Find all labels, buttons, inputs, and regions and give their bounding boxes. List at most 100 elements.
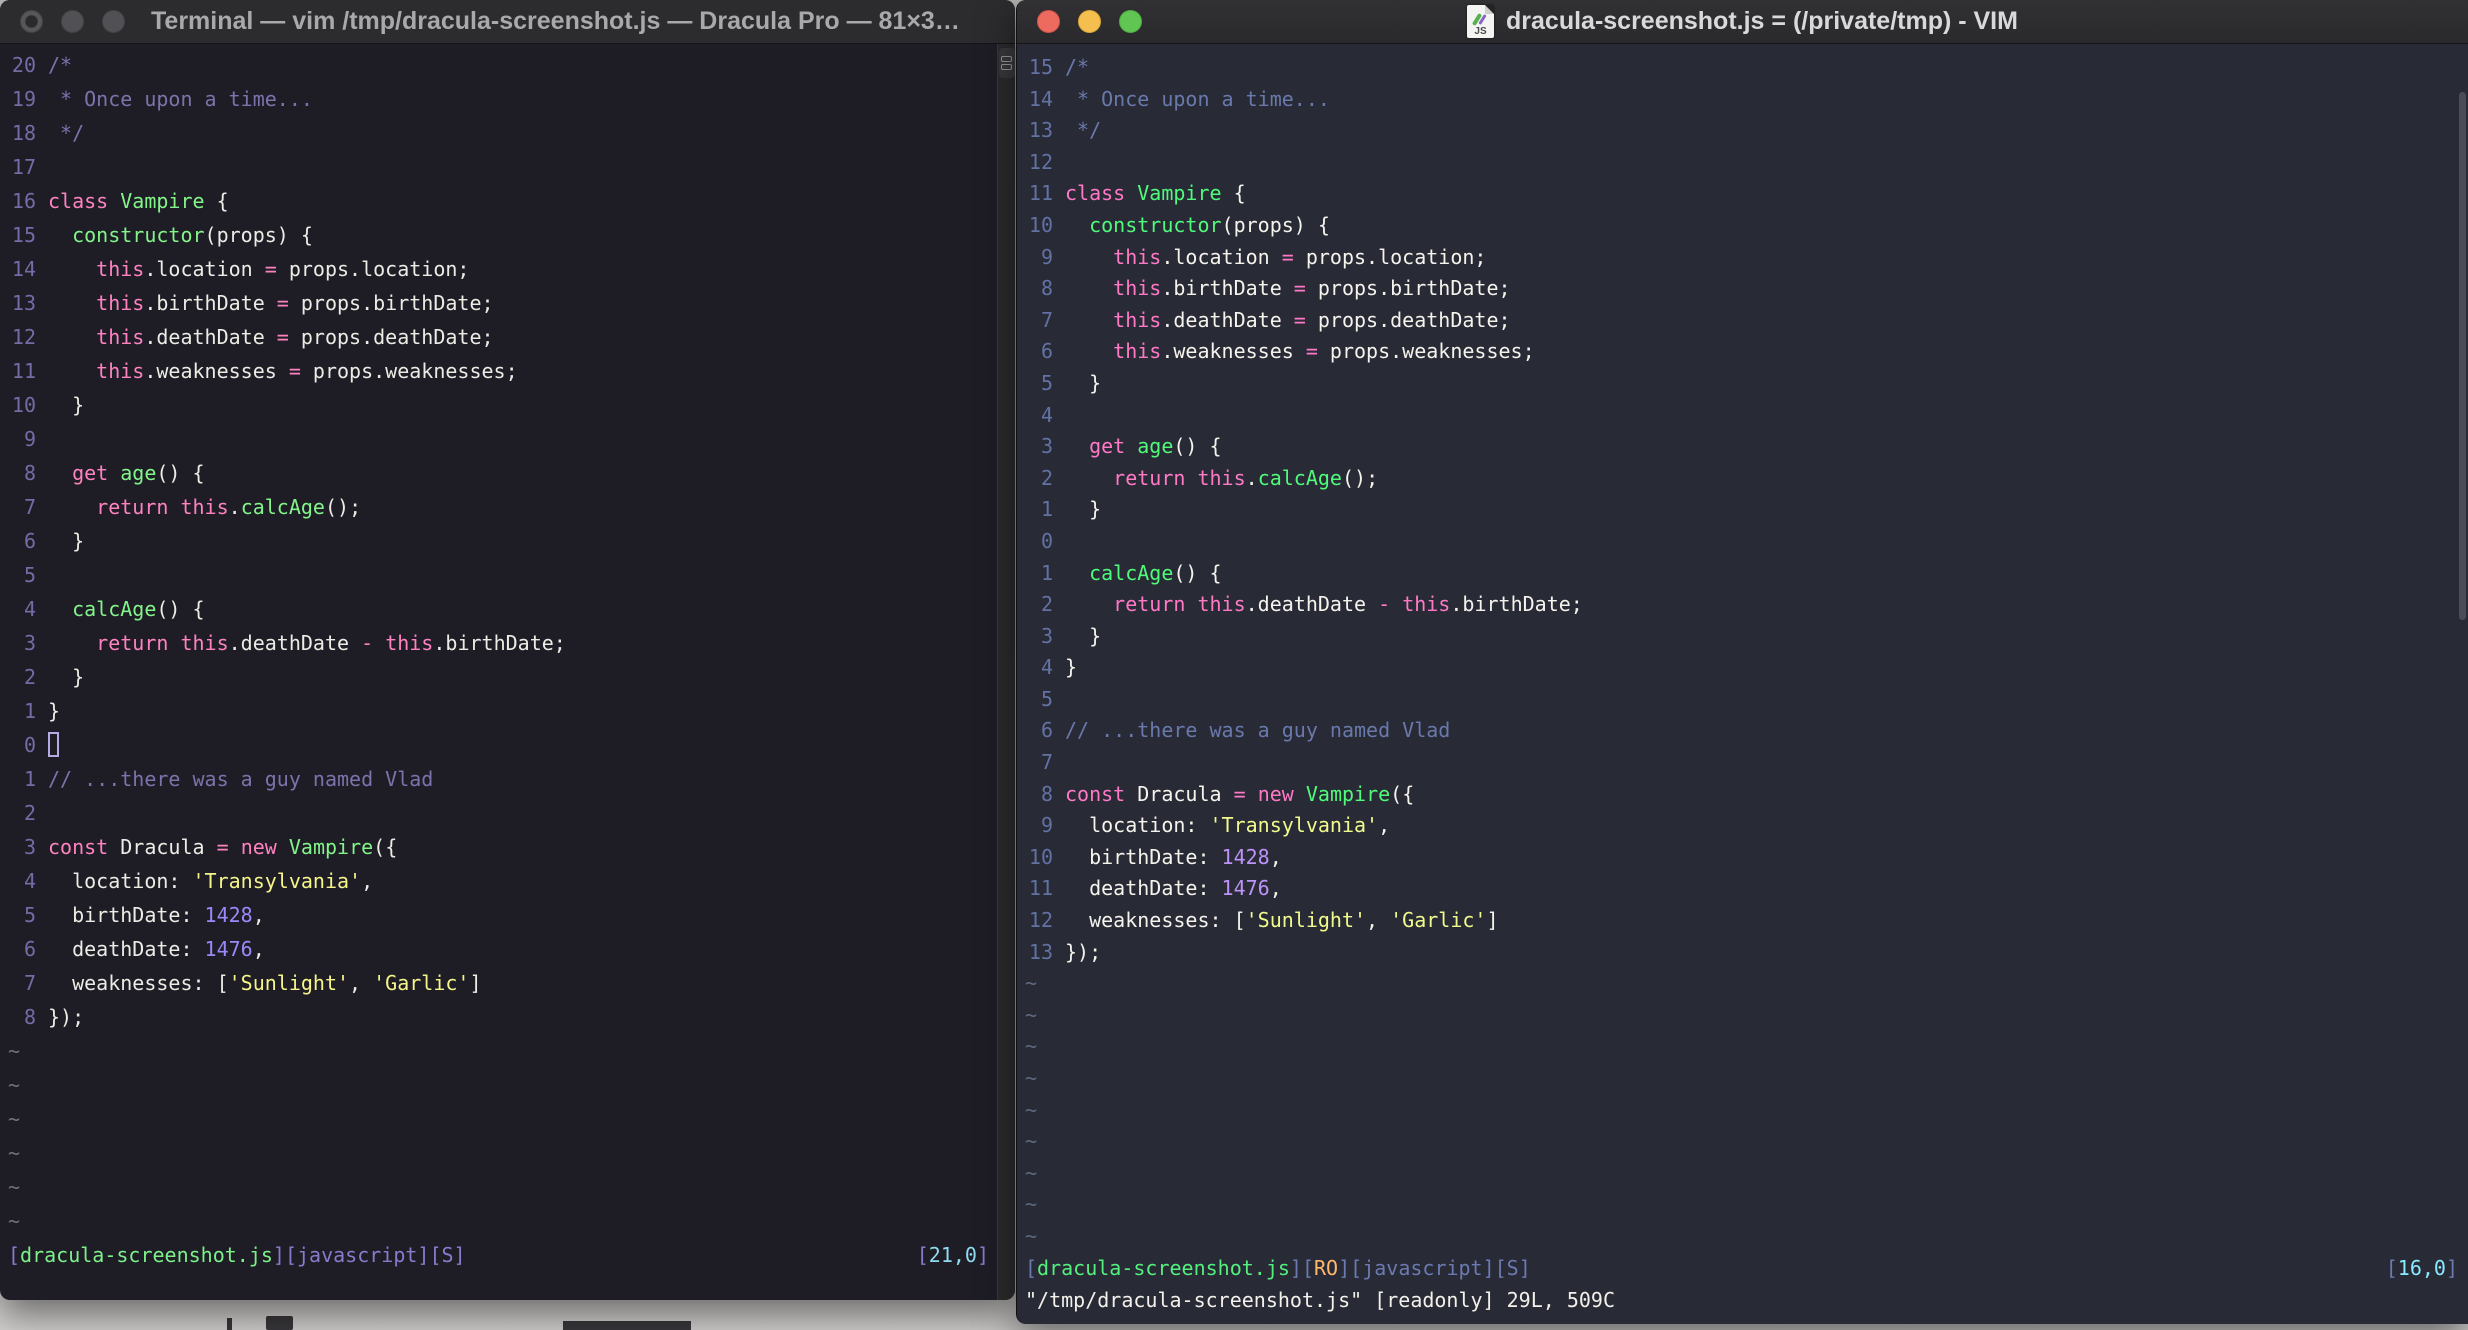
text-segment: deathDate: bbox=[48, 937, 205, 961]
text-segment: , bbox=[1269, 844, 1282, 869]
text-segment: .birthDate; bbox=[1450, 592, 1583, 617]
vim-buffer[interactable]: 20/* 19 * Once upon a time... 18 */17 16 cla… bbox=[0, 48, 995, 1238]
code-line: 0 bbox=[1025, 526, 2454, 558]
line-number: 14 bbox=[1028, 86, 1053, 111]
statusline-cursor-position: [21,0] bbox=[917, 1238, 989, 1272]
text-segment bbox=[1065, 466, 1113, 490]
text-segment: this bbox=[180, 631, 229, 655]
text-segment bbox=[1065, 592, 1113, 616]
text-segment: .birthDate bbox=[144, 291, 277, 315]
text-segment: return bbox=[96, 631, 169, 655]
text-segment: 'Sunlight' bbox=[1245, 908, 1367, 933]
line-number: 3 bbox=[1028, 434, 1053, 459]
line-number: 6 bbox=[1028, 718, 1053, 743]
scrollbar-thumb[interactable] bbox=[2459, 92, 2466, 620]
text-segment bbox=[48, 495, 96, 519]
text-segment: weaknesses: [ bbox=[48, 971, 229, 995]
empty-line-tilde: ~ bbox=[1025, 1034, 1038, 1059]
text-segment bbox=[108, 189, 120, 213]
statusline-file-info: [dracula-screenshot.js][javascript][S] bbox=[8, 1238, 466, 1272]
code-line: 2 bbox=[8, 796, 995, 830]
line-number: 1 bbox=[1028, 497, 1053, 522]
text-segment: location: bbox=[1065, 813, 1210, 838]
text-segment: new bbox=[1257, 781, 1294, 806]
text-segment bbox=[1185, 592, 1197, 616]
page-fold-icon bbox=[1485, 5, 1495, 14]
code-line: 1 // ...there was a guy named Vlad bbox=[8, 762, 995, 796]
text-segment: , bbox=[252, 903, 265, 927]
code-line: 10 birthDate: 1428, bbox=[1025, 842, 2454, 874]
text-segment: constructor bbox=[1089, 212, 1222, 237]
text-segment: .deathDate bbox=[1161, 307, 1294, 332]
text-segment: (); bbox=[1341, 465, 1379, 490]
text-segment: { bbox=[1221, 181, 1246, 206]
text-segment: RO bbox=[1314, 1256, 1339, 1280]
close-button[interactable] bbox=[20, 10, 43, 33]
text-segment bbox=[1125, 181, 1137, 205]
code-line: 13 */ bbox=[1025, 115, 2454, 147]
code-line: 2 return this.deathDate - this.birthDate… bbox=[1025, 589, 2454, 621]
line-number: 3 bbox=[11, 835, 36, 859]
doc-art-icon bbox=[1478, 14, 1487, 25]
text-segment bbox=[48, 597, 72, 621]
text-segment: () { bbox=[156, 597, 205, 621]
empty-line-tilde: ~ bbox=[1025, 1066, 1038, 1090]
text-segment: [ bbox=[916, 1243, 929, 1267]
text-segment: Vampire bbox=[1137, 181, 1222, 206]
text-segment bbox=[48, 291, 96, 315]
zoom-button[interactable] bbox=[1119, 10, 1142, 33]
code-line: 18 */ bbox=[8, 116, 995, 150]
document-proxy-icon[interactable]: JS bbox=[1467, 5, 1495, 38]
text-segment: this bbox=[96, 291, 145, 315]
empty-line-tilde: ~ bbox=[8, 1175, 21, 1199]
empty-line-tilde: ~ bbox=[1025, 1223, 1038, 1248]
line-number: 11 bbox=[1028, 181, 1053, 206]
text-segment: , bbox=[1378, 813, 1391, 838]
text-segment bbox=[1125, 434, 1137, 458]
terminal-titlebar[interactable]: Terminal — vim /tmp/dracula-screenshot.j… bbox=[0, 0, 1015, 44]
text-segment: .birthDate bbox=[1161, 276, 1294, 301]
text-segment bbox=[1185, 466, 1197, 490]
line-number: 13 bbox=[11, 291, 36, 315]
code-line: 8 get age() { bbox=[8, 456, 995, 490]
text-segment: (props) { bbox=[204, 223, 313, 247]
code-line: 12 this.deathDate = props.deathDate; bbox=[8, 320, 995, 354]
vim-buffer[interactable]: 15/* 14 * Once upon a time... 13 */12 11 cla… bbox=[1017, 52, 2454, 1253]
code-line: 9 location: 'Transylvania', bbox=[1025, 810, 2454, 842]
close-button[interactable] bbox=[1037, 10, 1060, 33]
text-segment bbox=[168, 631, 180, 655]
text-segment: location: bbox=[48, 869, 193, 893]
text-segment: this bbox=[1197, 465, 1246, 490]
line-number: 4 bbox=[1028, 655, 1053, 680]
line-number: 7 bbox=[11, 971, 36, 995]
line-number: 1 bbox=[11, 767, 36, 791]
terminal-scrollbar-track[interactable] bbox=[997, 44, 1015, 1300]
text-segment: * Once upon a time... bbox=[48, 87, 313, 111]
text-segment: class bbox=[48, 189, 109, 213]
code-line: 1} bbox=[8, 694, 995, 728]
code-line: 8 this.birthDate = props.birthDate; bbox=[1025, 273, 2454, 305]
code-line: 5 birthDate: 1428, bbox=[8, 898, 995, 932]
minimize-button[interactable] bbox=[61, 10, 84, 33]
empty-line-tilde: ~ bbox=[8, 1141, 21, 1165]
text-segment: 'Sunlight' bbox=[228, 971, 350, 995]
text-segment: 1428 bbox=[204, 903, 253, 927]
text-segment: = bbox=[276, 325, 289, 349]
line-number: 18 bbox=[11, 121, 36, 145]
line-number: 8 bbox=[1028, 781, 1053, 806]
text-segment: calcAge bbox=[1089, 560, 1174, 585]
macvim-titlebar[interactable]: JS dracula-screenshot.js = (/private/tmp… bbox=[1017, 0, 2468, 44]
text-segment: 1476 bbox=[1221, 876, 1270, 901]
line-number: 5 bbox=[11, 903, 36, 927]
line-number: 17 bbox=[11, 155, 36, 179]
line-number: 2 bbox=[11, 665, 36, 689]
minimize-button[interactable] bbox=[1078, 10, 1101, 33]
text-segment: () { bbox=[1173, 434, 1222, 459]
text-segment: return bbox=[1113, 465, 1186, 490]
line-number: 13 bbox=[1028, 118, 1053, 143]
zoom-button[interactable] bbox=[102, 10, 125, 33]
cmdline-text: "/tmp/dracula-screenshot.js" [readonly] … bbox=[1025, 1285, 1615, 1317]
split-pane-button[interactable] bbox=[998, 48, 1015, 78]
code-line: 6 this.weaknesses = props.weaknesses; bbox=[1025, 336, 2454, 368]
split-pane-icon bbox=[1001, 56, 1012, 62]
